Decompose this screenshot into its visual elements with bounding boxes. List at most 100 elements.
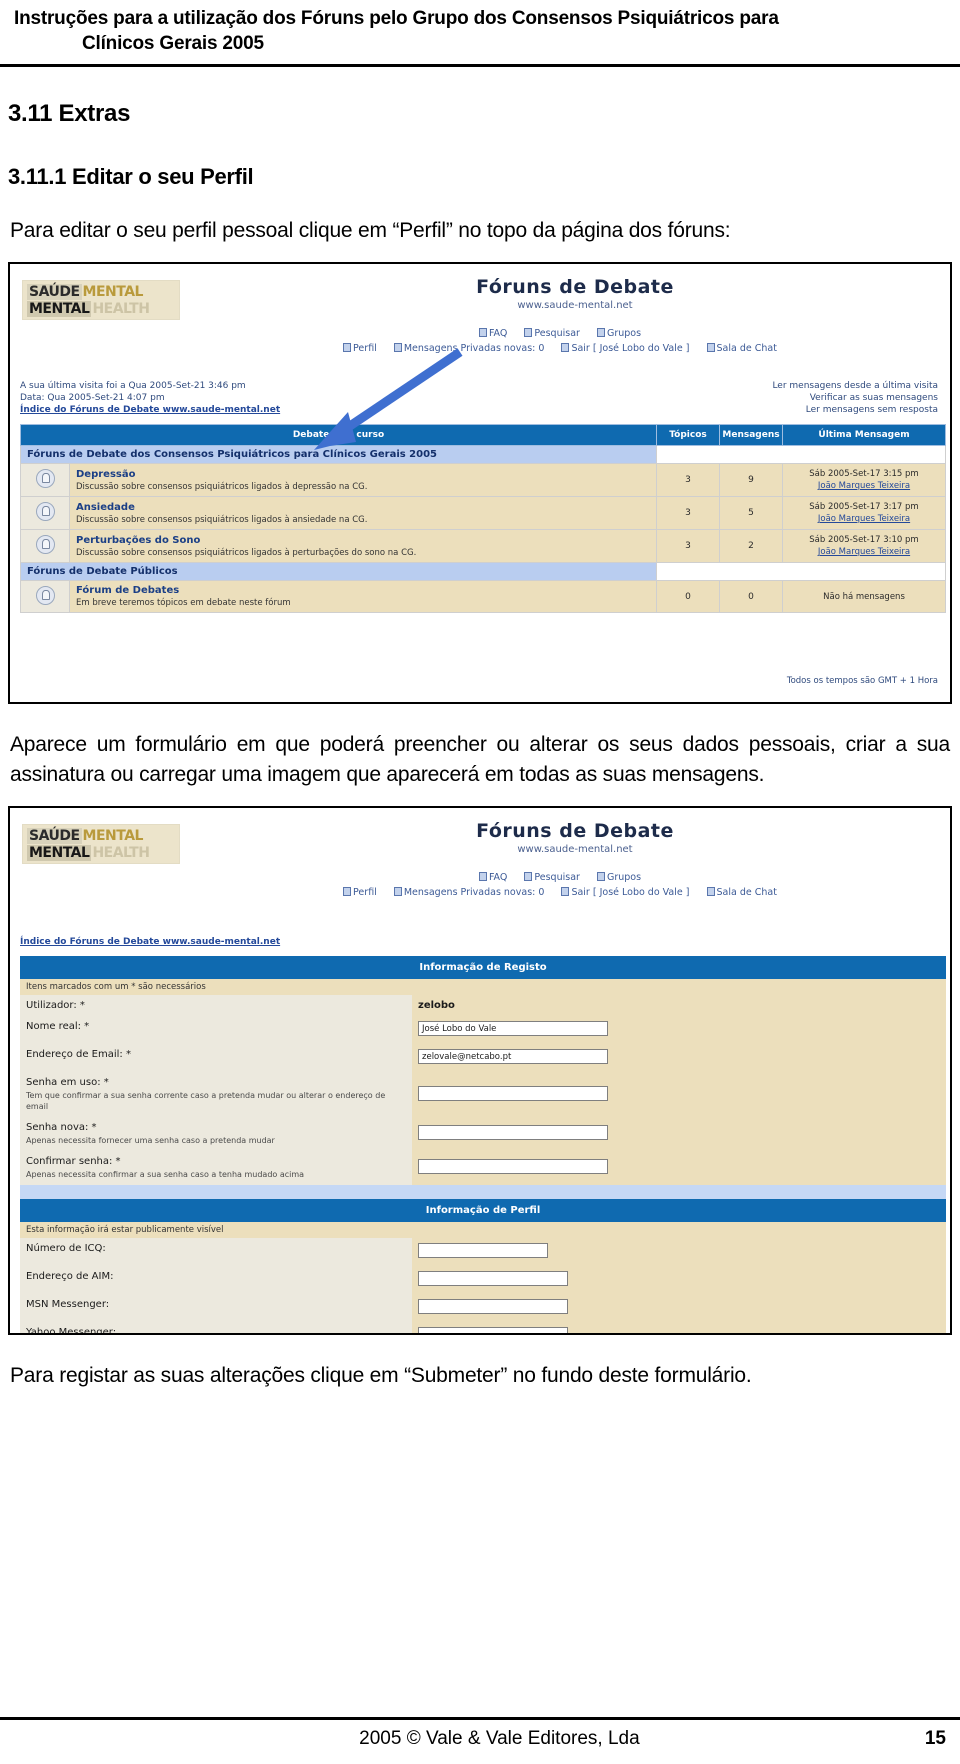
field-label-yahoo: Yahoo Messenger: — [20, 1322, 412, 1333]
nav-link-pesquisar[interactable]: Pesquisar — [524, 872, 580, 883]
forum-message-count: 5 — [719, 496, 783, 530]
icq-input[interactable] — [418, 1243, 548, 1258]
form-row-utilizador: Utilizador: * zelobo — [20, 995, 946, 1016]
field-label-icq: Número de ICQ: — [20, 1238, 412, 1266]
senha-em-uso-input[interactable] — [418, 1085, 608, 1101]
status-current-date: Data: Qua 2005-Set-21 4:07 pm — [20, 393, 165, 403]
senha-nova-input[interactable] — [418, 1125, 608, 1140]
nav-link-perfil[interactable]: Perfil — [343, 887, 377, 898]
required-fields-note-row: Itens marcados com um * são necessários — [20, 979, 946, 995]
forum-name[interactable]: Ansiedade — [76, 502, 650, 513]
email-input[interactable]: zelovale@netcabo.pt — [418, 1049, 608, 1064]
forum-name[interactable]: Perturbações do Sono — [76, 535, 650, 546]
field-value-confirmar-senha-cell — [412, 1151, 946, 1185]
breadcrumb-forum-index[interactable]: Índice do Fóruns de Debate www.saude-men… — [20, 404, 280, 416]
header-line-1: Instruções para a utilização dos Fóruns … — [14, 8, 779, 29]
paragraph-submit-instruction: Para registar as suas alterações clique … — [10, 1364, 752, 1387]
status-check-messages[interactable]: Verificar as suas mensagens — [810, 392, 938, 404]
forum-last-message: Sáb 2005-Set-17 3:10 pm João Marques Tei… — [782, 529, 946, 563]
groups-icon — [596, 328, 605, 337]
table-row[interactable]: Depressão Discussão sobre consensos psiq… — [20, 463, 946, 497]
forum-cell-depressao[interactable]: Depressão Discussão sobre consensos psiq… — [69, 463, 657, 497]
section-bar-registo: Informação de Registo — [20, 956, 946, 979]
nav-label-perfil: Perfil — [353, 343, 377, 354]
forum-nav-row-secondary: Perfil Mensagens Privadas novas: 0 Sair … — [90, 887, 950, 898]
forum-cell-publico[interactable]: Fórum de Debates Em breve teremos tópico… — [69, 580, 657, 613]
profile-icon — [343, 887, 352, 896]
forum-bell-icon — [20, 496, 70, 530]
last-message-author[interactable]: João Marques Teixeira — [818, 514, 910, 524]
logo-word-saude: SAÚDE — [27, 284, 82, 300]
form-row-yahoo: Yahoo Messenger: — [20, 1322, 946, 1333]
form-row-email: Endereço de Email: * zelovale@netcabo.pt — [20, 1044, 946, 1072]
breadcrumb-forum-index[interactable]: Índice do Fóruns de Debate www.saude-men… — [20, 936, 280, 948]
last-message-author[interactable]: João Marques Teixeira — [818, 547, 910, 557]
nav-link-sala-de-chat[interactable]: Sala de Chat — [706, 343, 777, 354]
nav-label-pesquisar: Pesquisar — [534, 328, 580, 339]
nav-label-grupos: Grupos — [606, 872, 642, 883]
faq-icon — [478, 328, 487, 337]
field-label-senha-em-uso-cell: Senha em uso: * Tem que confirmar a sua … — [20, 1072, 412, 1117]
section-bar-label-registo: Informação de Registo — [20, 956, 946, 979]
nav-label-mensagens: Mensagens Privadas novas: 0 — [403, 887, 545, 898]
forum-topic-count: 3 — [656, 496, 720, 530]
forum-bell-icon — [20, 580, 70, 613]
nav-label-mensagens: Mensagens Privadas novas: 0 — [403, 343, 545, 354]
forum-name[interactable]: Fórum de Debates — [76, 585, 650, 596]
column-header-topicos: Tópicos — [656, 424, 720, 446]
nav-label-faq: FAQ — [488, 872, 508, 883]
nav-link-perfil[interactable]: Perfil — [343, 343, 377, 354]
groups-icon — [596, 872, 605, 881]
yahoo-input[interactable] — [418, 1327, 568, 1333]
nav-link-faq[interactable]: FAQ — [478, 328, 507, 339]
nav-link-mensagens-privadas[interactable]: Mensagens Privadas novas: 0 — [393, 887, 545, 898]
field-label-senha-em-uso: Senha em uso: * — [26, 1077, 109, 1088]
table-header-row: Debates em curso Tópicos Mensagens Últim… — [20, 424, 946, 446]
forum-title: Fóruns de Debate — [476, 820, 674, 842]
nav-link-sair[interactable]: Sair [ José Lobo do Vale ] — [561, 343, 689, 354]
status-read-since-visit[interactable]: Ler mensagens desde a última visita — [772, 380, 938, 392]
forum-name[interactable]: Depressão — [76, 469, 650, 480]
field-value-senha-em-uso-cell — [412, 1072, 946, 1117]
nome-real-input[interactable]: José Lobo do Vale — [418, 1021, 608, 1036]
table-row[interactable]: Perturbações do Sono Discussão sobre con… — [20, 529, 946, 563]
column-header-ultima: Última Mensagem — [782, 424, 946, 446]
forum-description: Discussão sobre consensos psiquiátricos … — [76, 547, 417, 558]
profile-visibility-note-row: Esta informação irá estar publicamente v… — [20, 1222, 946, 1238]
category-label-consensos: Fóruns de Debate dos Consensos Psiquiátr… — [20, 445, 657, 464]
nav-label-sair: Sair [ José Lobo do Vale ] — [571, 343, 690, 354]
status-last-visit: A sua última visita foi a Qua 2005-Set-2… — [20, 381, 246, 391]
document-body: 3.11 Extras 3.11.1 Editar o seu Perfil P… — [0, 78, 960, 1391]
forum-list-table: Debates em curso Tópicos Mensagens Últim… — [20, 424, 946, 613]
aim-input[interactable] — [418, 1271, 568, 1286]
msn-input[interactable] — [418, 1299, 568, 1314]
nav-link-sala-de-chat[interactable]: Sala de Chat — [706, 887, 777, 898]
form-row-msn: MSN Messenger: — [20, 1294, 946, 1322]
field-hint-confirmar-senha: Apenas necessita confirmar a sua senha c… — [26, 1170, 305, 1179]
table-row[interactable]: Ansiedade Discussão sobre consensos psiq… — [20, 496, 946, 530]
field-hint-senha-nova: Apenas necessita fornecer uma senha caso… — [26, 1136, 275, 1145]
section-divider — [20, 1185, 946, 1199]
screenshot-profile-form: SAÚDE MENTAL MENTAL HEALTH Fóruns de Debat… — [8, 806, 952, 1335]
chat-icon — [706, 887, 715, 896]
status-unanswered[interactable]: Ler mensagens sem resposta — [806, 404, 938, 416]
nav-link-grupos[interactable]: Grupos — [596, 872, 642, 883]
table-row[interactable]: Fórum de Debates Em breve teremos tópico… — [20, 580, 946, 613]
field-label-utilizador: Utilizador: * — [20, 995, 412, 1016]
nav-link-pesquisar[interactable]: Pesquisar — [524, 328, 580, 339]
nav-link-mensagens-privadas[interactable]: Mensagens Privadas novas: 0 — [393, 343, 545, 354]
forum-bell-icon — [20, 463, 70, 497]
field-value-aim-cell — [412, 1266, 946, 1294]
paragraph-form-description: Aparece um formulário em que poderá pree… — [10, 733, 950, 786]
forum-cell-sono[interactable]: Perturbações do Sono Discussão sobre con… — [69, 529, 657, 563]
nav-link-sair[interactable]: Sair [ José Lobo do Vale ] — [561, 887, 689, 898]
forum-message-count: 0 — [719, 580, 783, 613]
nav-label-perfil: Perfil — [353, 887, 377, 898]
last-message-author[interactable]: João Marques Teixeira — [818, 481, 910, 491]
forum-description: Discussão sobre consensos psiquiátricos … — [76, 514, 368, 525]
confirmar-senha-input[interactable] — [418, 1159, 608, 1174]
forum-cell-ansiedade[interactable]: Ansiedade Discussão sobre consensos psiq… — [69, 496, 657, 530]
nav-link-grupos[interactable]: Grupos — [596, 328, 641, 339]
nav-link-faq[interactable]: FAQ — [478, 872, 508, 883]
form-row-nome-real: Nome real: * José Lobo do Vale — [20, 1016, 946, 1044]
